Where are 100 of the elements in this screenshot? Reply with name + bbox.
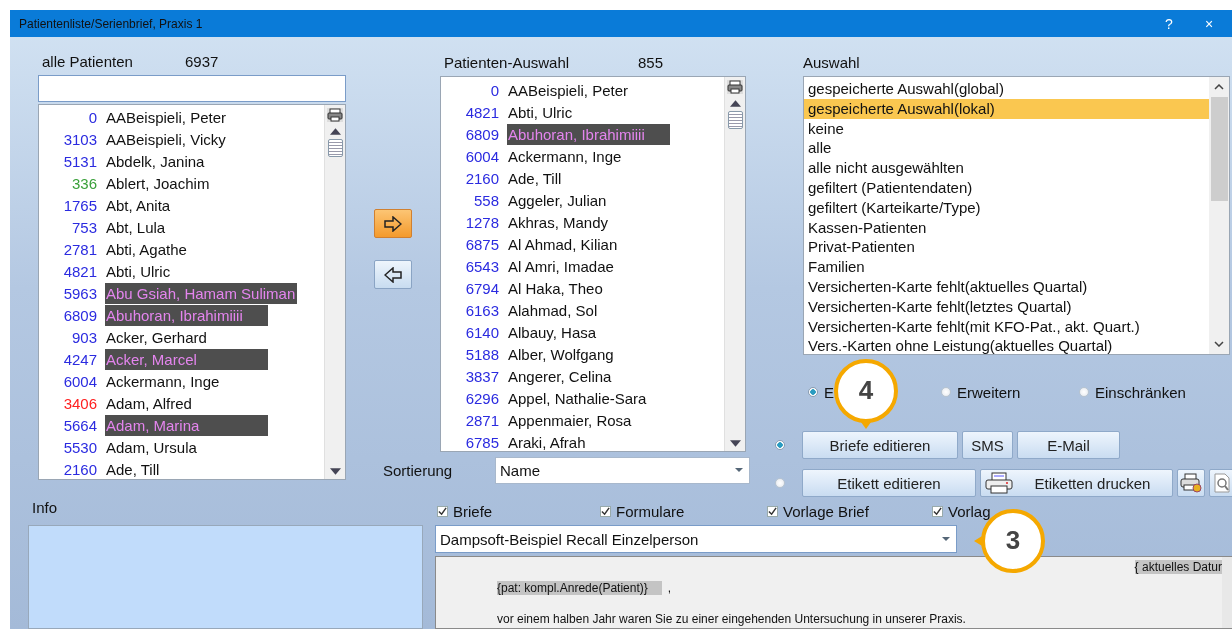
action-button[interactable]: SMS <box>962 431 1013 459</box>
patient-name[interactable]: Alahmad, Sol <box>507 299 600 321</box>
scroll-thumb[interactable] <box>1210 97 1228 201</box>
patient-name[interactable]: Acker, Gerhard <box>105 326 209 348</box>
radio-button[interactable] <box>775 478 785 488</box>
radio-button[interactable] <box>941 387 951 397</box>
filter-item[interactable]: gefiltert (Karteikarte/Type) <box>804 197 1209 218</box>
patient-name[interactable]: Abdelk, Janina <box>105 150 207 172</box>
filter-item[interactable]: alle <box>804 138 1209 159</box>
printer-icon <box>985 472 1013 494</box>
filter-item[interactable]: Kassen-Patienten <box>804 217 1209 238</box>
remove-button[interactable] <box>374 260 412 289</box>
patient-name[interactable]: Ackermann, Inge <box>507 145 624 167</box>
radio-button[interactable] <box>1079 387 1089 397</box>
patient-number: 5188 <box>464 345 500 363</box>
patient-name[interactable]: AABeispieli, Peter <box>105 106 229 128</box>
scroll-down-icon[interactable] <box>329 468 341 475</box>
print-button[interactable]: Etiketten drucken <box>980 469 1173 497</box>
patient-name[interactable]: Abuhoran, Ibrahimiiii <box>105 304 268 326</box>
patient-name[interactable]: Acker, Marcel <box>105 348 268 370</box>
patient-name[interactable]: Angerer, Celina <box>507 365 614 387</box>
close-button[interactable]: × <box>1189 15 1229 32</box>
scrollbar[interactable] <box>1209 77 1229 354</box>
filter-item[interactable]: gefiltert (Patientendaten) <box>804 178 1209 198</box>
help-button[interactable]: ? <box>1149 15 1189 32</box>
scroll-down-icon[interactable] <box>729 440 741 447</box>
action-button[interactable]: Etikett editieren <box>802 469 976 497</box>
radio-label: Einschränken <box>1095 383 1186 401</box>
scrollbar[interactable] <box>324 105 345 479</box>
action-button[interactable]: E-Mail <box>1017 431 1120 459</box>
filter-item[interactable]: Versicherten-Karte fehlt(letztes Quartal) <box>804 296 1209 317</box>
radio-button[interactable] <box>808 387 818 397</box>
filter-item[interactable]: Versicherten-Karte fehlt(aktuelles Quartal) <box>804 276 1209 297</box>
patient-number: 2160 <box>464 169 500 187</box>
patient-name[interactable]: Adam, Marina <box>105 414 268 436</box>
arrow-right-icon <box>384 215 402 232</box>
printer-settings-button[interactable] <box>1177 469 1205 497</box>
patient-name[interactable]: Abt, Lula <box>105 216 168 238</box>
patient-name[interactable]: Abu Gsiah, Hamam Suliman <box>105 282 298 304</box>
checkbox[interactable] <box>437 505 448 517</box>
patient-name[interactable]: Ade, Till <box>507 167 564 189</box>
filter-item[interactable]: Familien <box>804 257 1209 277</box>
patient-name[interactable]: Appenmaier, Rosa <box>507 409 634 431</box>
patient-name[interactable]: Akhras, Mandy <box>507 211 611 233</box>
patient-name[interactable]: AABeispieli, Vicky <box>105 128 228 150</box>
checkbox[interactable] <box>767 505 778 517</box>
patient-name[interactable]: Abti, Ulric <box>105 260 173 282</box>
patient-count: 855 <box>638 54 664 71</box>
patient-name[interactable]: Albauy, Hasa <box>507 321 599 343</box>
filter-item[interactable]: Versicherten-Karte fehlt(mit KFO-Pat., akt. Quart.) <box>804 316 1209 337</box>
printer-icon[interactable] <box>727 80 743 94</box>
patient-number: 1278 <box>464 213 500 231</box>
patient-name[interactable]: AABeispieli, Peter <box>507 79 631 101</box>
patient-name[interactable]: Adam, Ursula <box>105 436 199 458</box>
scroll-thumb[interactable] <box>727 111 743 129</box>
patient-number: 753 <box>70 218 98 236</box>
patient-name[interactable]: Ade, Till <box>105 458 162 479</box>
preview-button[interactable] <box>1209 469 1232 497</box>
filter-item[interactable]: alle nicht ausgewählten <box>804 158 1209 178</box>
patient-number: 558 <box>472 191 500 209</box>
patient-name[interactable]: Ackermann, Inge <box>105 370 222 392</box>
window-title: Patientenliste/Serienbrief, Praxis 1 <box>19 16 204 31</box>
patient-name[interactable]: Araki, Afrah <box>507 431 588 451</box>
scroll-up-icon[interactable] <box>729 100 741 107</box>
patient-name[interactable]: Aggeler, Julian <box>507 189 609 211</box>
scrollbar[interactable] <box>724 77 745 451</box>
patient-name[interactable]: Abuhoran, Ibrahimiiii <box>507 123 670 145</box>
add-button[interactable] <box>374 209 412 238</box>
checkbox[interactable] <box>932 505 943 517</box>
patient-name[interactable]: Al Amri, Imadae <box>507 255 616 277</box>
scroll-down-icon[interactable] <box>1214 341 1224 347</box>
patient-name[interactable]: Appel, Nathalie-Sara <box>507 387 649 409</box>
filter-item[interactable]: gespeicherte Auswahl(lokal) <box>804 98 1209 119</box>
printer-icon[interactable] <box>327 108 343 122</box>
patient-name[interactable]: Al Ahmad, Kilian <box>507 233 620 255</box>
patient-name[interactable]: Abt, Anita <box>105 194 173 216</box>
radio-button[interactable] <box>775 440 785 450</box>
scroll-up-icon[interactable] <box>1214 84 1224 90</box>
filter-item[interactable]: keine <box>804 118 1209 139</box>
scrollbar[interactable] <box>1222 557 1232 628</box>
scroll-up-icon[interactable] <box>329 128 341 135</box>
sort-dropdown[interactable]: Name <box>495 456 750 484</box>
template-dropdown[interactable]: Dampsoft-Beispiel Recall Einzelperson <box>435 525 957 553</box>
search-field[interactable] <box>38 75 346 102</box>
punctuation: , <box>667 581 672 595</box>
patient-name[interactable]: Alber, Wolfgang <box>507 343 616 365</box>
patient-name[interactable]: Abti, Agathe <box>105 238 189 260</box>
patient-number: 2160 <box>62 460 98 478</box>
patient-name[interactable]: Abti, Ulric <box>507 101 575 123</box>
filter-item[interactable]: gespeicherte Auswahl(global) <box>804 79 1209 99</box>
checkbox-label: Vorlage Brief <box>783 502 869 520</box>
action-button[interactable]: Briefe editieren <box>802 431 958 459</box>
filter-item[interactable]: Privat-Patienten <box>804 237 1209 258</box>
patient-name[interactable]: Ablert, Joachim <box>105 172 212 194</box>
checkbox-label: Briefe <box>453 502 493 520</box>
filter-item[interactable]: Vers.-Karten ohne Leistung(aktuelles Quartal) <box>804 336 1209 354</box>
checkbox[interactable] <box>600 505 611 517</box>
patient-name[interactable]: Al Haka, Theo <box>507 277 605 299</box>
patient-name[interactable]: Adam, Alfred <box>105 392 194 414</box>
scroll-thumb[interactable] <box>327 139 343 157</box>
